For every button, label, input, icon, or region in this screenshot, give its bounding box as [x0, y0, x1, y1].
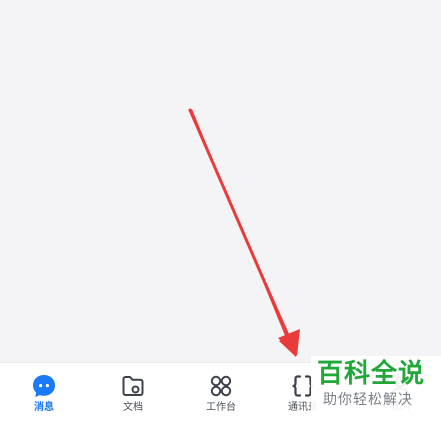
- watermark-subtitle: 助你轻松解决: [323, 392, 413, 408]
- main-content-area: [0, 0, 441, 362]
- tab-docs-label: 文档: [123, 402, 143, 413]
- folder-icon: [122, 376, 144, 396]
- watermark-logo: 百科全说 助你轻松解决: [311, 356, 441, 420]
- tab-messages[interactable]: 消息: [9, 363, 79, 421]
- watermark-title: 百科全说: [317, 359, 426, 389]
- tab-workbench[interactable]: 工作台: [186, 363, 256, 421]
- tab-messages-label: 消息: [34, 402, 54, 413]
- tab-workbench-label: 工作台: [206, 402, 236, 413]
- grid-icon: [210, 375, 232, 397]
- tab-docs[interactable]: 文档: [98, 363, 168, 421]
- chat-bubble-icon: [33, 375, 55, 397]
